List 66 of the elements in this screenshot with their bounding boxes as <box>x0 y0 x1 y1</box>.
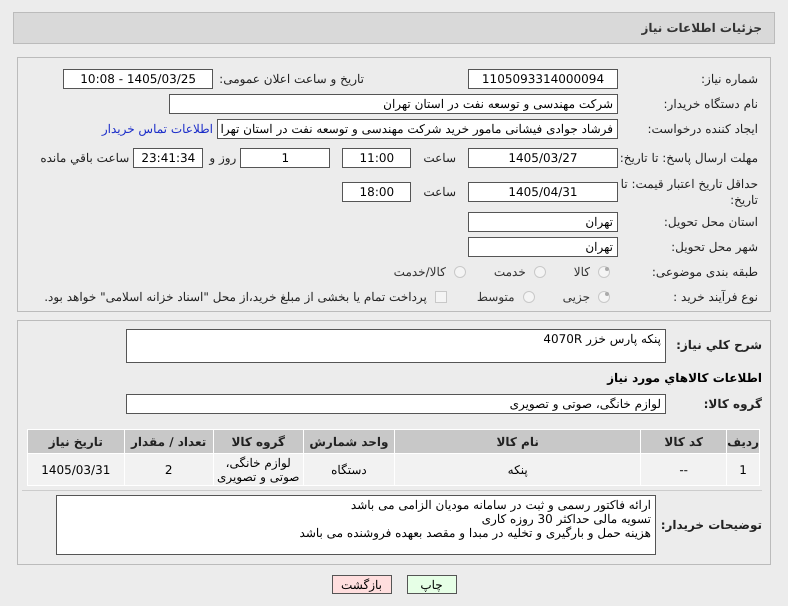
field-label: مهلت ارسال پاسخ: تا تاریخ: <box>618 150 758 166</box>
radio-button[interactable] <box>598 290 610 302</box>
field-label: ساعت باقي مانده <box>40 150 130 166</box>
column-header: کد کالا <box>640 430 727 454</box>
notes-line: ارائه فاکتور رسمی و ثبت در سامانه مودیان الزامی می باشد <box>350 498 651 512</box>
option-label: خدمت <box>494 264 526 280</box>
column-header: نام کالا <box>394 430 641 454</box>
option-label: کالا <box>574 264 590 280</box>
notes-line: هزینه حمل و بارگیری و تخلیه در مبدا و مقصد بعهده فروشنده می باشد <box>298 526 651 540</box>
table-cell: -- <box>640 454 727 486</box>
checkbox[interactable] <box>434 290 447 302</box>
field-label: ساعت <box>423 184 456 200</box>
text-field[interactable]: شرکت مهندسی و توسعه نفت در استان تهران <box>169 94 618 114</box>
radio-button[interactable] <box>522 290 535 302</box>
column-header: گروه کالا <box>213 430 304 454</box>
text-field[interactable]: لوازم خانگی، صوتی و تصویری <box>126 394 666 414</box>
column-header: تاریخ نیاز <box>28 430 124 454</box>
table-cell: لوازم خانگی، صوتی و تصویری <box>213 454 304 486</box>
section-heading: اطلاعات کالاهاي مورد نياز <box>606 370 762 387</box>
notes-box[interactable]: ارائه فاکتور رسمی و ثبت در سامانه مودیان الزامی می باشد تسویه مالی حداکثر 30 روزه کاری هزینه حمل و بارگیری و تخلیه در مبدا و مقصد بعهده فروشنده می باشد <box>56 495 656 555</box>
page-title: جزئیات اطلاعات نیاز <box>641 20 762 37</box>
option-label: متوسط <box>476 288 515 306</box>
text-field[interactable]: تهران <box>468 236 618 256</box>
field-label: تاریخ و ساعت اعلان عمومی: <box>219 70 364 86</box>
description-box[interactable]: پنکه پارس خزر 4070R <box>126 329 666 363</box>
field-label: استان محل تحویل: <box>662 214 758 230</box>
column-header: تعداد / مقدار <box>124 430 214 454</box>
field-label: طبقه بندی موضوعی: <box>650 264 758 280</box>
field-label: نام دستگاه خریدار: <box>662 96 758 112</box>
text-field[interactable]: 1405/04/31 <box>468 182 618 202</box>
table-cell: 1 <box>726 454 760 486</box>
field-label: شماره نیاز: <box>700 70 758 86</box>
text-field[interactable]: 23:41:34 <box>133 148 204 168</box>
column-header: واحد شمارش <box>303 430 395 454</box>
contact-link[interactable]: اطلاعات تماس خریدار <box>102 120 213 138</box>
text-field[interactable]: 11:00 <box>342 148 412 168</box>
text-field[interactable]: 1 <box>240 148 330 168</box>
text-field[interactable]: 1105093314000094 <box>468 68 618 88</box>
text-field[interactable]: 18:00 <box>342 182 412 202</box>
table-cell: دستگاه <box>303 454 395 486</box>
text-field[interactable]: 1405/03/25 - 10:08 <box>63 68 214 88</box>
radio-button[interactable] <box>534 266 546 278</box>
button[interactable]: چاپ <box>406 575 456 594</box>
field-label: گروه کالا: <box>702 396 762 412</box>
radio-button[interactable] <box>598 266 610 278</box>
field-label: ایجاد کننده درخواست: <box>646 120 758 136</box>
field-label: ساعت <box>423 150 456 166</box>
field-label: روز و <box>209 150 236 166</box>
option-label: کالا/خدمت <box>394 264 446 280</box>
table-cell: پنکه <box>394 454 641 486</box>
field-label: شرح کلي نیاز: <box>675 337 762 353</box>
field-label: شهر محل تحویل: <box>670 238 758 254</box>
text-field[interactable]: تهران <box>468 212 618 232</box>
option-label: پرداخت تمام یا بخشی از مبلغ خرید،از محل "اسناد خزانه اسلامی" خواهد بود. <box>44 288 427 306</box>
table-cell: 2 <box>124 454 214 486</box>
button[interactable]: بازگشت <box>332 575 392 594</box>
field-label: حداقل تاریخ اعتبار قیمت: تا تاریخ: <box>620 176 758 208</box>
field-label: توضیحات خریدار: <box>660 517 762 533</box>
field-label: نوع فرآیند خرید : <box>672 288 758 304</box>
notes-line: تسویه مالی حداکثر 30 روزه کاری <box>480 512 651 526</box>
text-field[interactable]: فرشاد جوادی فیشانی مامور خرید شرکت مهندسی و توسعه نفت در استان تهرا <box>217 118 618 138</box>
text-field[interactable]: 1405/03/27 <box>468 148 618 168</box>
column-header: ردیف <box>726 430 760 454</box>
table-cell: 1405/03/31 <box>28 454 124 486</box>
option-label: جزیی <box>562 288 590 306</box>
radio-button[interactable] <box>454 266 466 278</box>
